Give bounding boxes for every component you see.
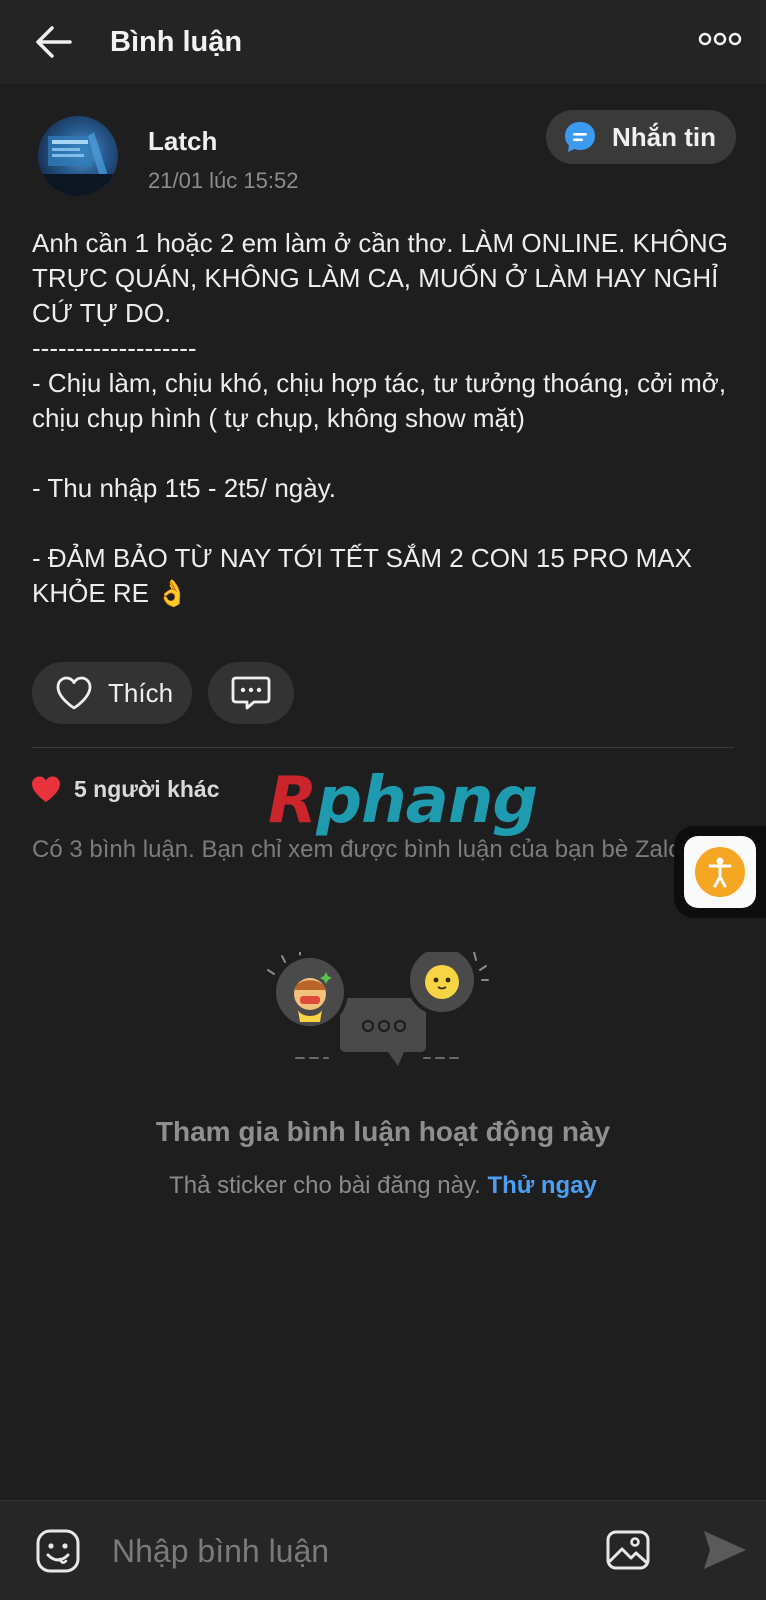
watermark-logo: Rphang bbox=[268, 764, 538, 838]
avatar-photo bbox=[38, 132, 118, 196]
post-paragraph: - ĐẢM BẢO TỪ NAY TỚI TẾT SẮM 2 CON 15 PR… bbox=[32, 543, 700, 608]
author-name[interactable]: Latch bbox=[148, 126, 217, 157]
heart-filled-icon bbox=[32, 776, 60, 802]
like-button-label: Thích bbox=[108, 677, 174, 708]
likes-count-text: 5 người khác bbox=[74, 775, 220, 802]
author-avatar[interactable] bbox=[38, 116, 118, 196]
sticker-prompt-text: Thả sticker cho bài đăng này. bbox=[169, 1172, 481, 1199]
image-icon bbox=[606, 1530, 650, 1570]
empty-comments-subtitle: Thả sticker cho bài đăng này. Thử ngay bbox=[0, 1172, 766, 1200]
divider bbox=[32, 747, 734, 748]
sticker-chat-illustration bbox=[267, 952, 489, 1066]
post-paragraph: Anh cần 1 hoặc 2 em làm ở cần thơ. LÀM O… bbox=[32, 228, 735, 328]
emoji-icon bbox=[36, 1529, 80, 1573]
post-content: Anh cần 1 hoặc 2 em làm ở cần thơ. LÀM O… bbox=[32, 226, 732, 611]
empty-comments-title: Tham gia bình luận hoạt động này bbox=[155, 1116, 611, 1147]
accessibility-floating-button[interactable] bbox=[674, 826, 766, 918]
top-app-bar: Bình luận bbox=[0, 0, 766, 84]
comment-button[interactable] bbox=[208, 662, 294, 724]
accessibility-icon bbox=[695, 847, 745, 897]
message-button-label: Nhắn tin bbox=[612, 121, 716, 152]
likes-summary[interactable]: 5 người khác bbox=[30, 774, 220, 804]
post-separator: ------------------- bbox=[32, 333, 197, 363]
send-icon bbox=[704, 1531, 746, 1569]
comment-composer-bar bbox=[0, 1500, 766, 1600]
send-button[interactable] bbox=[700, 1527, 748, 1573]
page-title: Bình luận bbox=[110, 26, 243, 58]
post-paragraph: - Thu nhập 1t5 - 2t5/ ngày. bbox=[32, 473, 337, 503]
comment-input[interactable] bbox=[112, 1523, 572, 1579]
post-paragraph: - Chịu làm, chịu khó, chịu hợp tác, tư t… bbox=[32, 368, 734, 433]
more-options-button[interactable] bbox=[698, 28, 742, 50]
back-button[interactable] bbox=[30, 20, 78, 64]
heart-outline-icon bbox=[56, 676, 92, 710]
message-button[interactable]: Nhắn tin bbox=[546, 110, 736, 164]
back-arrow-icon bbox=[36, 26, 72, 58]
like-button[interactable]: Thích bbox=[32, 662, 192, 724]
more-dots-icon bbox=[698, 32, 742, 46]
post-timestamp: 21/01 lúc 15:52 bbox=[148, 168, 299, 193]
chat-bubble-icon bbox=[565, 122, 595, 152]
try-now-link[interactable]: Thử ngay bbox=[488, 1172, 597, 1199]
attach-image-button[interactable] bbox=[604, 1527, 652, 1573]
emoji-button[interactable] bbox=[34, 1527, 82, 1575]
comments-visibility-notice: Có 3 bình luận. Bạn chỉ xem được bình lu… bbox=[32, 836, 689, 863]
comment-icon bbox=[231, 676, 271, 710]
